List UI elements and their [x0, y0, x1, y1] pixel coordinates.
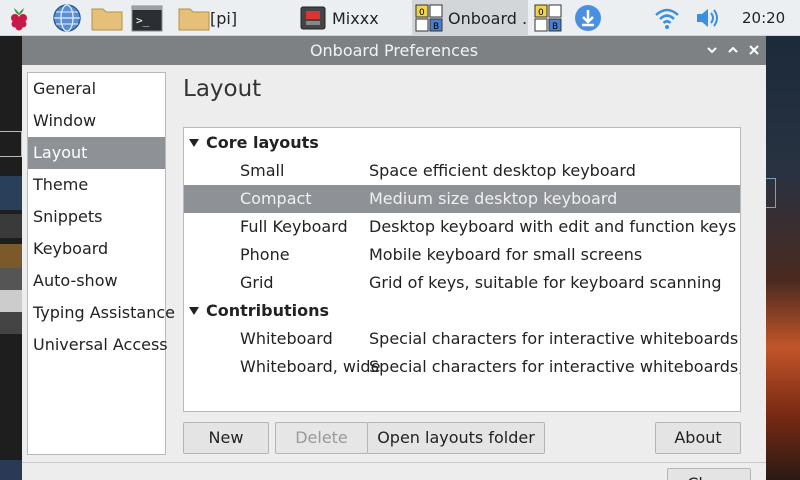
layout-name: Whiteboard	[240, 329, 333, 348]
sidebar-item-keyboard[interactable]: Keyboard	[28, 233, 165, 265]
raspberry-menu-icon[interactable]	[4, 3, 34, 33]
web-browser-icon[interactable]	[52, 3, 82, 33]
group-row-contributions[interactable]: Contributions	[184, 297, 740, 325]
group-label: Contributions	[206, 301, 330, 320]
dialog-titlebar[interactable]: Onboard Preferences	[22, 36, 766, 65]
background-field	[0, 131, 22, 157]
background-window	[0, 36, 22, 480]
category-sidebar: General Window Layout Theme Snippets Key…	[27, 72, 175, 455]
expander-arrow-icon[interactable]	[189, 307, 199, 315]
sidebar-item-general[interactable]: General	[28, 73, 165, 105]
sidebar-item-layout[interactable]: Layout	[28, 137, 165, 169]
open-layouts-folder-button[interactable]: Open layouts folder	[367, 422, 545, 454]
layout-list: Core layouts Small Space efficient deskt…	[183, 127, 741, 412]
sidebar-item-typing-assistance[interactable]: Typing Assistance	[28, 297, 175, 329]
layout-row-selected[interactable]: Compact Medium size desktop keyboard	[184, 185, 740, 213]
volume-icon[interactable]	[692, 3, 722, 33]
layout-name: Full Keyboard	[240, 217, 348, 236]
sidebar-item-theme[interactable]: Theme	[28, 169, 165, 201]
taskbar-window-folder[interactable]: [pi]	[176, 0, 288, 36]
layout-name: Small	[240, 161, 285, 180]
background-text	[0, 100, 22, 120]
background-row	[0, 244, 22, 268]
svg-text:0: 0	[538, 8, 544, 18]
layout-row[interactable]: Full Keyboard Desktop keyboard with edit…	[184, 213, 740, 241]
layout-description: Space efficient desktop keyboard	[369, 161, 636, 180]
background-row	[0, 268, 22, 290]
file-manager-icon[interactable]	[91, 3, 123, 33]
layout-name: Phone	[240, 245, 290, 264]
layout-row[interactable]: Whiteboard, wide Special characters for …	[184, 353, 740, 381]
layout-name: Compact	[240, 189, 312, 208]
group-row-core-layouts[interactable]: Core layouts	[184, 129, 740, 157]
close-icon[interactable]	[744, 40, 764, 60]
dialog-title: Onboard Preferences	[309, 41, 479, 60]
layout-row[interactable]: Grid Grid of keys, suitable for keyboard…	[184, 269, 740, 297]
layout-description: Medium size desktop keyboard	[369, 189, 618, 208]
sidebar-item-universal-access[interactable]: Universal Access	[28, 329, 168, 361]
layout-description: Desktop keyboard with edit and function …	[369, 217, 737, 236]
taskbar-window-label: Onboard ...	[448, 8, 528, 28]
layout-description: Grid of keys, suitable for keyboard scan…	[369, 273, 722, 292]
svg-text:>_: >_	[136, 14, 150, 27]
delete-button[interactable]: Delete	[275, 422, 368, 454]
taskbar: >_ [pi] Mixxx 0 B Onboard . 0 B 20:20	[0, 0, 800, 36]
wifi-icon[interactable]	[652, 3, 682, 33]
preferences-dialog: Onboard Preferences General Window Layou…	[22, 36, 766, 480]
sidebar-item-auto-show[interactable]: Auto-show	[28, 265, 165, 297]
desktop-wallpaper	[766, 36, 800, 480]
layout-row[interactable]: Small Space efficient desktop keyboard	[184, 157, 740, 185]
background-row	[0, 312, 22, 334]
layout-row[interactable]: Whiteboard Special characters for intera…	[184, 325, 740, 353]
folder-icon	[178, 3, 210, 33]
layout-description: Special characters for interactive white…	[369, 329, 739, 348]
maximize-icon[interactable]	[723, 40, 743, 60]
onboard-icon: 0 B	[414, 3, 444, 33]
window-menu-icon[interactable]	[702, 40, 722, 60]
mixxx-icon	[298, 3, 328, 33]
svg-text:B: B	[552, 22, 558, 32]
background-header	[0, 176, 22, 210]
layout-row[interactable]: Phone Mobile keyboard for small screens	[184, 241, 740, 269]
background-row	[0, 290, 22, 312]
terminal-icon[interactable]: >_	[131, 3, 163, 33]
expander-arrow-icon[interactable]	[189, 139, 199, 147]
sidebar-item-snippets[interactable]: Snippets	[28, 201, 165, 233]
background-row	[0, 460, 22, 480]
onboard-tray-icon[interactable]: 0 B	[533, 3, 563, 33]
background-control	[766, 178, 776, 208]
taskbar-window-onboard[interactable]: 0 B Onboard ...	[412, 0, 528, 36]
taskbar-window-mixxx[interactable]: Mixxx	[296, 0, 408, 36]
clock[interactable]: 20:20	[742, 0, 785, 36]
svg-text:B: B	[433, 22, 439, 32]
layout-description: Special characters for interactive white…	[369, 357, 741, 376]
updater-icon[interactable]	[573, 3, 603, 33]
taskbar-window-label: [pi]	[210, 8, 238, 28]
new-button[interactable]: New	[183, 422, 269, 454]
layout-description: Mobile keyboard for small screens	[369, 245, 643, 264]
layout-name: Grid	[240, 273, 274, 292]
layout-name: Whiteboard, wide	[240, 357, 381, 376]
svg-text:0: 0	[419, 8, 425, 18]
dialog-separator	[22, 462, 766, 463]
sidebar-item-window[interactable]: Window	[28, 105, 165, 137]
about-button[interactable]: About	[655, 422, 741, 454]
page-title: Layout	[183, 76, 262, 102]
group-label: Core layouts	[206, 133, 319, 152]
taskbar-window-label: Mixxx	[332, 8, 379, 28]
background-row	[0, 214, 22, 238]
close-button[interactable]: Close	[667, 468, 751, 480]
